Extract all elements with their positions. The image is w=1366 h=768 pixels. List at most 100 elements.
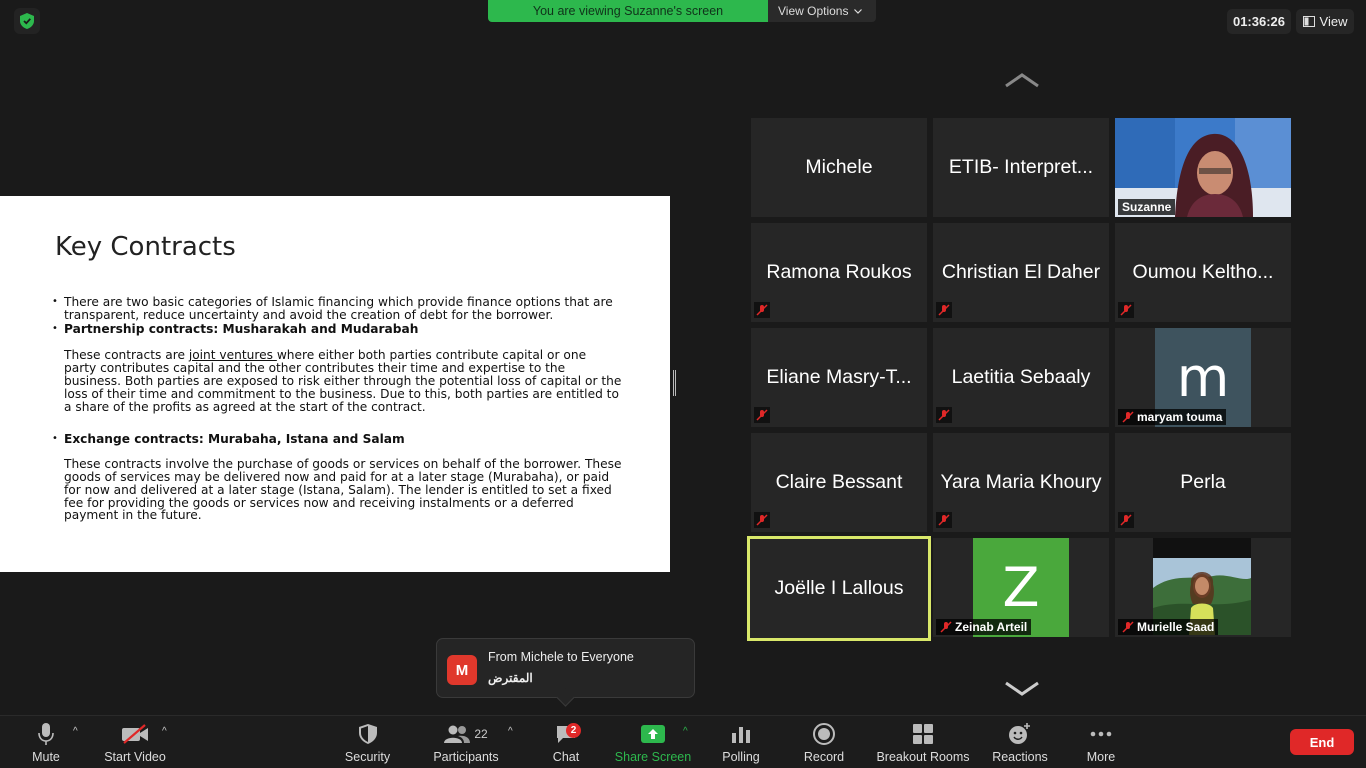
mic-muted-icon: [1118, 302, 1134, 318]
more-label: More: [1086, 750, 1116, 764]
chat-from-text: From Michele to Everyone: [488, 650, 634, 664]
zoom-meeting-window: You are viewing Suzanne's screen View Op…: [0, 0, 1366, 768]
participant-tile[interactable]: Murielle Saad: [1115, 538, 1291, 637]
participant-tile-active-speaker[interactable]: Joëlle I Lallous: [747, 536, 931, 641]
participant-name-label: Zeinab Arteil: [936, 619, 1032, 635]
view-options-label: View Options: [778, 4, 849, 18]
participant-name-label: Suzanne: [1118, 199, 1176, 215]
slide-bullet: • There are two basic categories of Isla…: [52, 296, 622, 322]
security-button[interactable]: Security: [340, 722, 395, 766]
participant-tile[interactable]: Claire Bessant: [751, 433, 927, 532]
participant-name: Claire Bessant: [775, 471, 903, 493]
record-icon: [813, 722, 835, 746]
participant-name-label: Murielle Saad: [1118, 619, 1219, 635]
participant-tile[interactable]: Eliane Masry-T...: [751, 328, 927, 427]
video-options-caret-icon[interactable]: ^: [162, 726, 167, 737]
participant-name: Christian El Daher: [941, 261, 1101, 283]
bullet-text-categories: There are two basic categories of Islami…: [64, 295, 613, 322]
encryption-shield-icon[interactable]: [14, 8, 40, 34]
participant-tile[interactable]: Michele: [751, 118, 927, 217]
mic-muted-icon: [754, 512, 770, 528]
view-label: View: [1319, 14, 1348, 29]
participant-tile[interactable]: Ramona Roukos: [751, 223, 927, 322]
split-divider-handle[interactable]: [673, 370, 676, 396]
bullet-text-partnership: Partnership contracts: Musharakah and Mu…: [64, 321, 419, 336]
exchange-paragraph: These contracts involve the purchase of …: [64, 457, 622, 523]
chat-sender-avatar: M: [447, 655, 477, 685]
meeting-toolbar: Mute ^ Start Video ^ Security 22 Partici…: [0, 715, 1366, 768]
reactions-label: Reactions: [992, 750, 1048, 764]
chat-button[interactable]: 2 Chat: [548, 722, 584, 766]
mute-label: Mute: [32, 750, 60, 764]
share-options-caret-icon[interactable]: ^: [683, 726, 688, 737]
chat-message-text: المقترض: [488, 671, 533, 685]
video-off-icon: [121, 722, 149, 746]
record-label: Record: [803, 750, 845, 764]
mic-muted-icon: [936, 407, 952, 423]
participant-name: Zeinab Arteil: [955, 620, 1028, 634]
participant-name: Eliane Masry-T...: [766, 366, 912, 388]
participant-tile[interactable]: ETIB- Interpret...: [933, 118, 1109, 217]
slide-bullet: • Partnership contracts: Musharakah and …: [52, 321, 622, 336]
slide-body: • There are two basic categories of Isla…: [52, 296, 622, 522]
participants-options-caret-icon[interactable]: ^: [508, 726, 513, 737]
participant-name-label: maryam touma: [1118, 409, 1227, 425]
shared-screen-slide: Key Contracts • There are two basic cate…: [0, 196, 670, 572]
participant-tile[interactable]: Laetitia Sebaaly: [933, 328, 1109, 427]
viewing-banner: You are viewing Suzanne's screen View Op…: [488, 0, 876, 22]
start-video-label: Start Video: [104, 750, 166, 764]
mute-button[interactable]: Mute: [27, 722, 65, 766]
bullet-dot: •: [52, 433, 58, 445]
mic-muted-icon: [936, 512, 952, 528]
start-video-button[interactable]: Start Video: [100, 722, 170, 766]
viewing-screen-text: You are viewing Suzanne's screen: [488, 0, 768, 22]
record-button[interactable]: Record: [802, 722, 846, 766]
polling-button[interactable]: Polling: [719, 722, 763, 766]
reactions-button[interactable]: Reactions: [990, 722, 1050, 766]
bullet-dot: •: [52, 296, 58, 307]
more-dots-icon: [1090, 722, 1112, 746]
participants-icon: [444, 725, 471, 743]
participant-tile[interactable]: Perla: [1115, 433, 1291, 532]
chat-unread-badge: 2: [566, 723, 581, 738]
share-screen-icon: [641, 722, 665, 746]
mic-muted-icon: [1122, 621, 1134, 633]
bullet-text-exchange: Exchange contracts: Murabaha, Istana and…: [64, 432, 405, 447]
chevron-down-icon[interactable]: [1004, 680, 1040, 696]
mic-muted-icon: [936, 302, 952, 318]
mic-muted-icon: [1118, 512, 1134, 528]
participant-name: Yara Maria Khoury: [940, 471, 1102, 493]
participant-tile[interactable]: Z Zeinab Arteil: [933, 538, 1109, 637]
participant-tile[interactable]: Oumou Keltho...: [1115, 223, 1291, 322]
share-screen-button[interactable]: Share Screen: [613, 722, 693, 766]
participant-tile[interactable]: Christian El Daher: [933, 223, 1109, 322]
reactions-smiley-icon: [1008, 722, 1032, 746]
chat-notification-popup[interactable]: M From Michele to Everyone المقترض: [436, 638, 695, 698]
participant-name: Suzanne: [1122, 200, 1172, 214]
breakout-rooms-button[interactable]: Breakout Rooms: [873, 722, 973, 766]
audio-options-caret-icon[interactable]: ^: [73, 726, 78, 737]
view-grid-icon: [1302, 16, 1315, 27]
participant-name: Perla: [1180, 471, 1226, 493]
chevron-up-icon[interactable]: [1004, 72, 1040, 88]
share-screen-label: Share Screen: [614, 750, 692, 764]
participants-icon-group: 22: [444, 722, 488, 746]
participant-name: ETIB- Interpret...: [948, 156, 1094, 178]
polling-label: Polling: [722, 750, 760, 764]
partnership-paragraph: These contracts are joint ventures where…: [64, 349, 622, 413]
mic-muted-icon: [754, 407, 770, 423]
participant-tile-video[interactable]: Suzanne: [1115, 118, 1291, 217]
participant-tile[interactable]: Yara Maria Khoury: [933, 433, 1109, 532]
participants-button[interactable]: 22 Participants: [430, 722, 502, 766]
participant-name: Ramona Roukos: [766, 261, 912, 283]
polling-chart-icon: [732, 722, 750, 746]
participants-label: Participants: [433, 750, 499, 764]
end-meeting-button[interactable]: End: [1290, 729, 1354, 755]
participant-tile[interactable]: m maryam touma: [1115, 328, 1291, 427]
participant-name: Murielle Saad: [1137, 620, 1215, 634]
view-layout-button[interactable]: View: [1296, 9, 1354, 34]
more-button[interactable]: More: [1083, 722, 1119, 766]
view-options-button[interactable]: View Options: [768, 0, 876, 22]
participant-name: Oumou Keltho...: [1132, 261, 1274, 283]
mic-muted-icon: [940, 621, 952, 633]
